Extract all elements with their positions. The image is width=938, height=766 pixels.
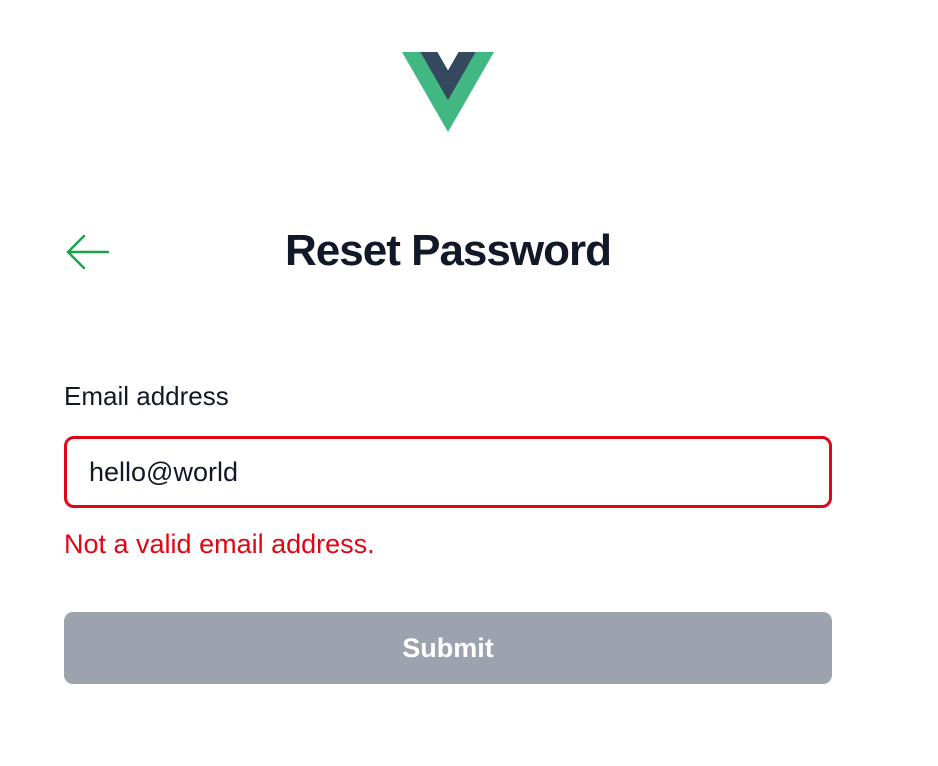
page-header: Reset Password [64, 218, 832, 284]
arrow-left-icon [66, 234, 110, 270]
email-error-message: Not a valid email address. [64, 529, 375, 559]
back-button[interactable] [64, 232, 112, 272]
email-field[interactable] [64, 436, 832, 508]
reset-password-form: Email address Not a valid email address.… [64, 376, 832, 684]
submit-button[interactable]: Submit [64, 612, 832, 684]
page-title: Reset Password [285, 226, 612, 275]
vue-logo-graphic [402, 52, 494, 132]
email-label: Email address [64, 381, 229, 411]
vue-logo-icon [402, 52, 494, 132]
